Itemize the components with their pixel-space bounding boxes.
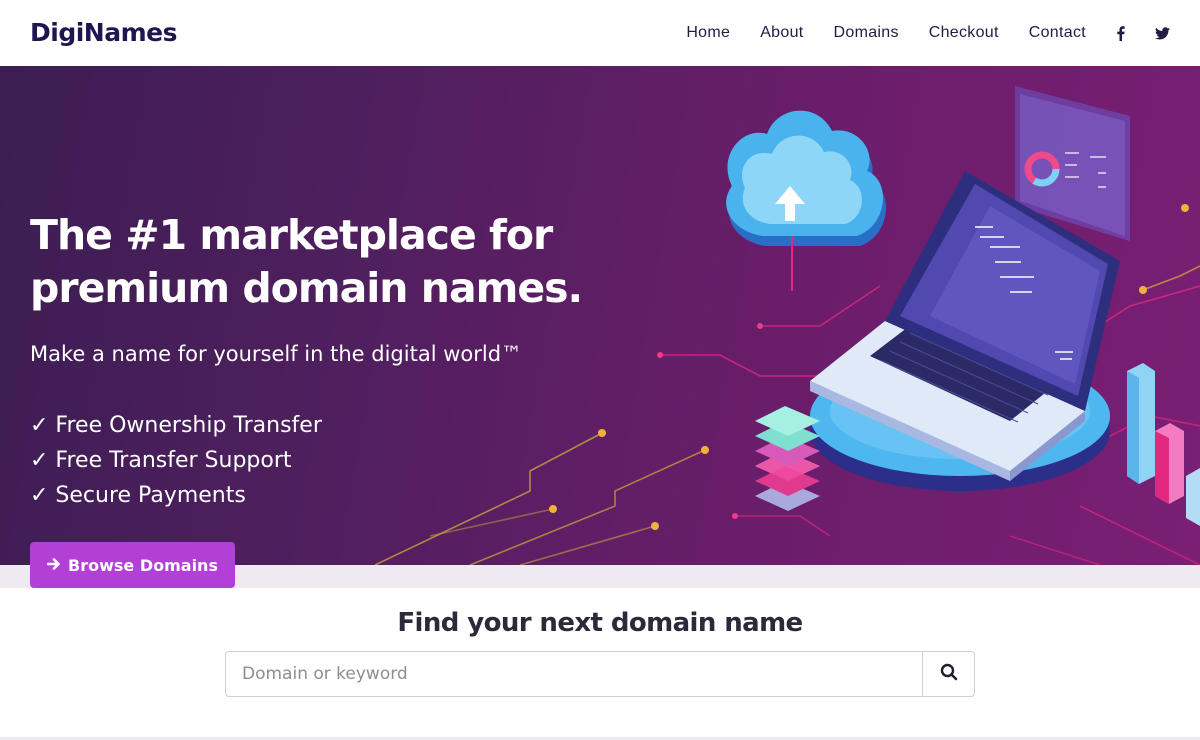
feature-item-secure-payments: ✓ Secure Payments bbox=[30, 483, 246, 508]
search-icon bbox=[940, 663, 958, 685]
nav-link-contact[interactable]: Contact bbox=[1029, 24, 1086, 42]
feature-list: ✓ Free Ownership Transfer ✓ Free Transfe… bbox=[30, 408, 322, 513]
twitter-icon[interactable] bbox=[1155, 26, 1170, 40]
search-button[interactable] bbox=[922, 652, 974, 696]
nav-link-home[interactable]: Home bbox=[686, 24, 730, 42]
nav-menu: Home About Domains Checkout Contact bbox=[656, 0, 1170, 66]
nav-link-about[interactable]: About bbox=[760, 24, 803, 42]
facebook-icon[interactable] bbox=[1116, 25, 1125, 41]
hero-title: The #1 marketplace for premium domain na… bbox=[30, 211, 583, 312]
feature-item-ownership-transfer: ✓ Free Ownership Transfer bbox=[30, 413, 322, 438]
domain-search-form bbox=[225, 651, 975, 697]
feature-item-transfer-support: ✓ Free Transfer Support bbox=[30, 448, 292, 473]
nav-link-checkout[interactable]: Checkout bbox=[929, 24, 999, 42]
site-logo[interactable]: DigiNames bbox=[30, 18, 177, 47]
hero-subtitle: Make a name for yourself in the digital … bbox=[30, 342, 523, 366]
browse-domains-label: Browse Domains bbox=[68, 555, 218, 575]
domain-search-input[interactable] bbox=[226, 652, 922, 696]
browse-domains-button[interactable]: Browse Domains bbox=[30, 542, 235, 588]
nav-link-domains[interactable]: Domains bbox=[834, 24, 899, 42]
arrow-right-icon bbox=[46, 556, 61, 575]
search-heading: Find your next domain name bbox=[397, 608, 803, 638]
navbar: DigiNames Home About Domains Checkout Co… bbox=[0, 0, 1200, 66]
hero-banner: The #1 marketplace for premium domain na… bbox=[0, 66, 1200, 565]
